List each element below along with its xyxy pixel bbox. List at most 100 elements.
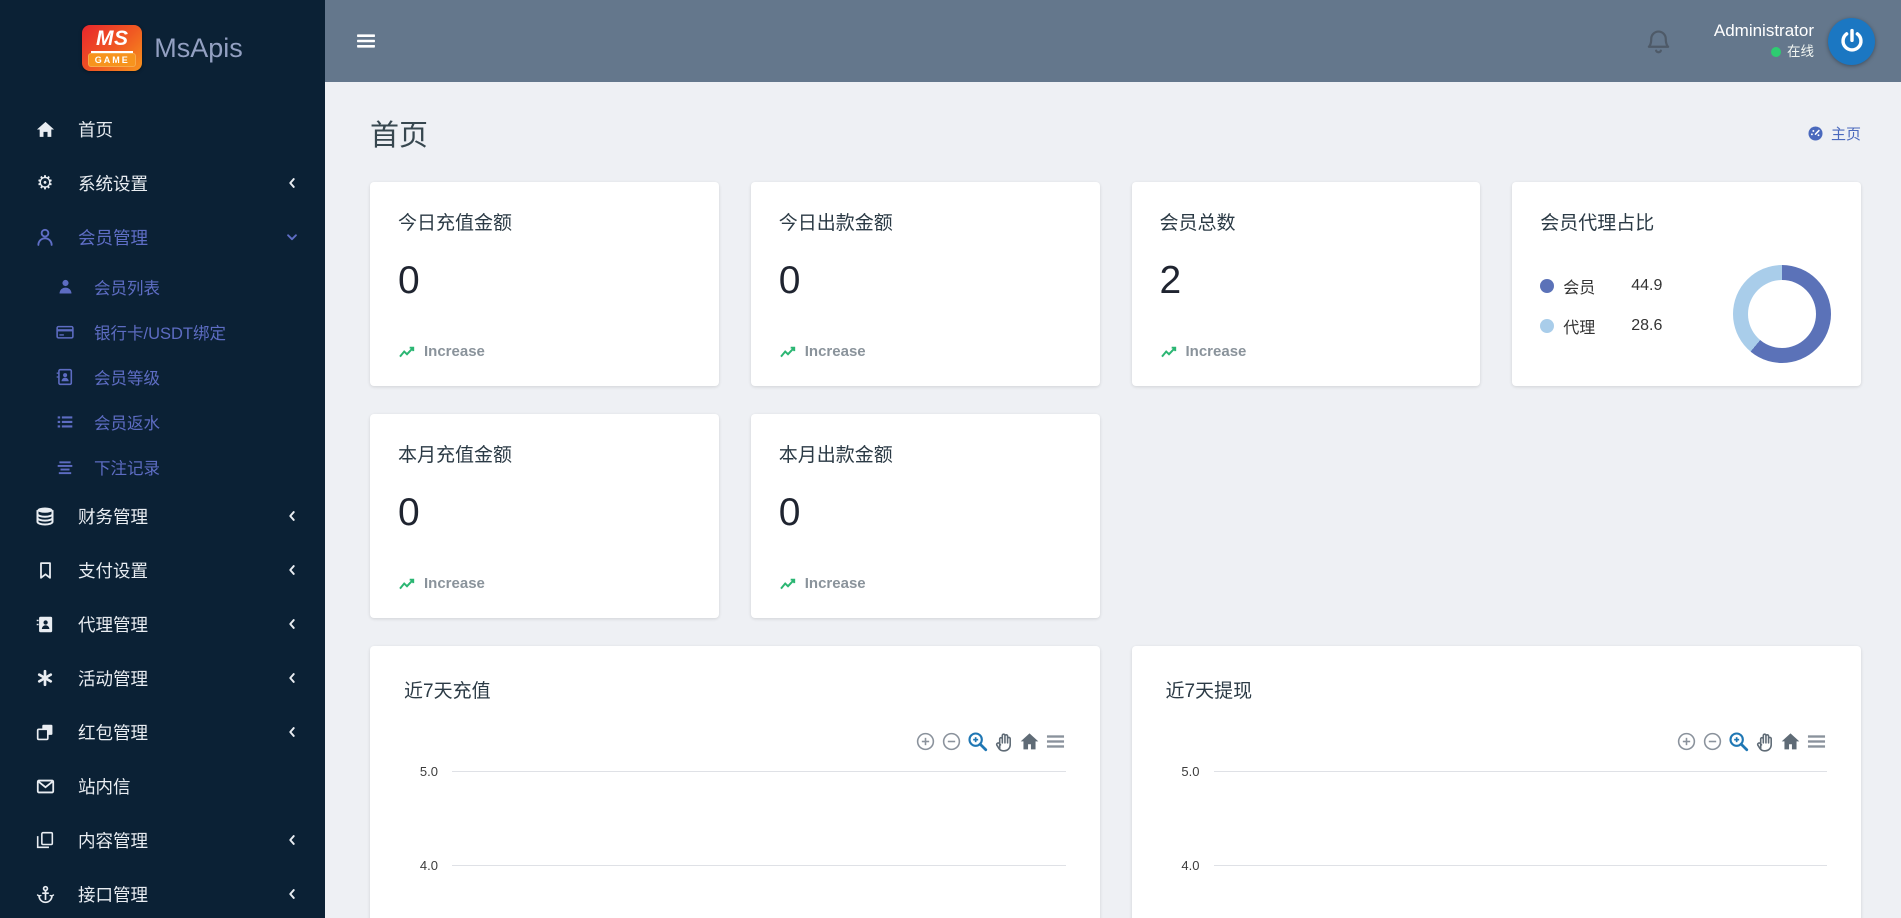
stat-value: 0	[398, 491, 420, 534]
stat-value: 0	[398, 259, 420, 302]
gridline	[452, 864, 1066, 866]
sidebar-item-redpacket-management[interactable]: 红包管理	[0, 705, 325, 759]
logo-badge-subtext: GAME	[88, 53, 137, 67]
sidebar-item-bankcard-usdt[interactable]: 银行卡/USDT绑定	[0, 309, 325, 354]
stat-value: 0	[778, 491, 801, 534]
legend-value: 44.9	[1631, 277, 1663, 294]
gridline	[1213, 864, 1827, 866]
stat-card-today-withdraw: 今日出款金额 0 Increase	[750, 182, 1100, 386]
bell-icon[interactable]	[1645, 28, 1672, 55]
grid-empty-cell	[1132, 414, 1862, 618]
line-chart-plot-area: 5.0 4.0 3.0	[1166, 764, 1827, 918]
sidebar-item-label: 会员列表	[94, 279, 160, 298]
chevron-left-icon	[285, 725, 299, 739]
stat-card-member-total: 会员总数 2 Increase	[1131, 182, 1481, 386]
sidebar-item-member-management[interactable]: 会员管理	[0, 210, 325, 264]
breadcrumb[interactable]: 主页	[1807, 123, 1861, 144]
legend-label: 代理	[1563, 320, 1596, 337]
zoom-out-icon[interactable]	[1702, 731, 1723, 752]
list-icon	[52, 413, 78, 431]
stat-footer-label: Increase	[804, 575, 866, 592]
sidebar-item-member-list[interactable]: 会员列表	[0, 264, 325, 309]
dashboard-grid: 今日充值金额 0 Increase 今日出款金额 0 Increase 会员总数…	[370, 182, 1861, 918]
page-title: 首页	[370, 120, 429, 152]
logo-badge-text: MS	[91, 27, 134, 53]
line-chart-plot-area: 5.0 4.0 3.0	[404, 764, 1066, 918]
chevron-left-icon	[285, 887, 299, 901]
tachometer-icon	[1807, 125, 1824, 142]
sidebar-item-label: 代理管理	[78, 614, 148, 635]
member-agent-ratio-card: 会员代理占比 会员 44.9 代理 28.6	[1512, 182, 1861, 386]
sidebar-item-site-mail[interactable]: 站内信	[0, 759, 325, 813]
stat-footer: Increase	[779, 575, 1072, 592]
reset-home-icon[interactable]	[1019, 731, 1040, 752]
sidebar-item-agent-management[interactable]: 代理管理	[0, 597, 325, 651]
gears-icon: ⚙	[36, 171, 54, 194]
trend-up-icon	[398, 345, 416, 359]
reset-home-icon[interactable]	[1780, 731, 1801, 752]
sidebar-item-label: 系统设置	[78, 173, 148, 194]
clone-icon	[32, 723, 58, 741]
user-name: Administrator	[1713, 21, 1814, 41]
sidebar-item-content-management[interactable]: 内容管理	[0, 813, 325, 867]
sidebar-item-bet-records[interactable]: 下注记录	[0, 444, 325, 489]
logo-link[interactable]: MS GAME MsApis	[0, 0, 325, 96]
sidebar-item-payment-settings[interactable]: 支付设置	[0, 543, 325, 597]
sidebar-item-label: 红包管理	[78, 722, 148, 743]
gridline	[1213, 770, 1827, 772]
sidebar-item-label: 活动管理	[78, 668, 148, 689]
app-title: MsApis	[154, 32, 243, 63]
pan-icon[interactable]	[993, 731, 1014, 752]
sidebar-item-home[interactable]: 首页	[0, 102, 325, 156]
sidebar-item-activity-management[interactable]: 活动管理	[0, 651, 325, 705]
donut-legend: 会员 44.9 代理 28.6	[1540, 274, 1733, 354]
stat-footer: Increase	[1160, 343, 1453, 360]
legend-label: 会员	[1563, 280, 1596, 297]
address-book-icon	[52, 368, 78, 386]
chart-card-withdraw-7d: 近7天提现 5.0 4.0	[1131, 646, 1861, 918]
stat-title: 本月出款金额	[778, 445, 893, 466]
chevron-left-icon	[285, 176, 299, 190]
zoom-in-icon[interactable]	[1676, 731, 1697, 752]
stat-card-month-withdraw: 本月出款金额 0 Increase	[750, 414, 1100, 618]
sidebar-item-label: 会员返水	[94, 414, 160, 433]
sidebar-menu: 首页 ⚙ 系统设置 会员管理 会员列表 银行卡/USDT绑定 会员等级 会员返水…	[0, 96, 325, 918]
stat-value: 0	[778, 259, 801, 302]
user-info: Administrator 在线	[1714, 20, 1814, 61]
zoom-icon[interactable]	[1728, 731, 1749, 752]
chart-card-deposit-7d: 近7天充值 5.0 4.0	[370, 646, 1100, 918]
credit-card-icon	[52, 323, 78, 341]
sidebar-item-member-rebate[interactable]: 会员返水	[0, 399, 325, 444]
hamburger-icon[interactable]	[355, 30, 377, 52]
sidebar-item-finance-management[interactable]: 财务管理	[0, 489, 325, 543]
sidebar-item-member-level[interactable]: 会员等级	[0, 354, 325, 399]
app-root: MS GAME MsApis 首页 ⚙ 系统设置 会员管理 会员列表 银行卡/U…	[0, 0, 1901, 918]
sidebar-item-label: 首页	[78, 119, 113, 140]
pan-icon[interactable]	[1754, 731, 1775, 752]
modebar-menu-icon[interactable]	[1806, 731, 1827, 752]
sidebar-item-label: 下注记录	[94, 459, 160, 478]
sidebar-item-label: 会员等级	[94, 369, 160, 388]
sidebar-item-api-management[interactable]: 接口管理	[0, 867, 325, 918]
sidebar-item-system-settings[interactable]: ⚙ 系统设置	[0, 156, 325, 210]
breadcrumb-label: 主页	[1830, 125, 1861, 143]
stat-footer: Increase	[398, 343, 691, 360]
y-axis-tick: 4.0	[1181, 857, 1200, 873]
anchor-icon	[32, 885, 58, 904]
zoom-in-icon[interactable]	[915, 731, 936, 752]
power-icon	[1839, 28, 1865, 54]
gridline	[452, 770, 1066, 772]
modebar-menu-icon[interactable]	[1045, 731, 1066, 752]
stat-card-month-deposit: 本月充值金额 0 Increase	[370, 414, 719, 618]
sidebar-item-label: 支付设置	[78, 560, 148, 581]
chevron-left-icon	[285, 563, 299, 577]
zoom-out-icon[interactable]	[941, 731, 962, 752]
stat-footer-label: Increase	[424, 343, 485, 360]
zoom-icon[interactable]	[967, 731, 988, 752]
logout-avatar-button[interactable]	[1828, 17, 1875, 65]
stat-title: 会员总数	[1159, 213, 1236, 234]
chevron-left-icon	[285, 509, 299, 523]
page-head: 首页 主页	[370, 112, 1861, 154]
sidebar-item-label: 财务管理	[78, 506, 148, 527]
gridline-row: 5.0	[1166, 764, 1827, 779]
